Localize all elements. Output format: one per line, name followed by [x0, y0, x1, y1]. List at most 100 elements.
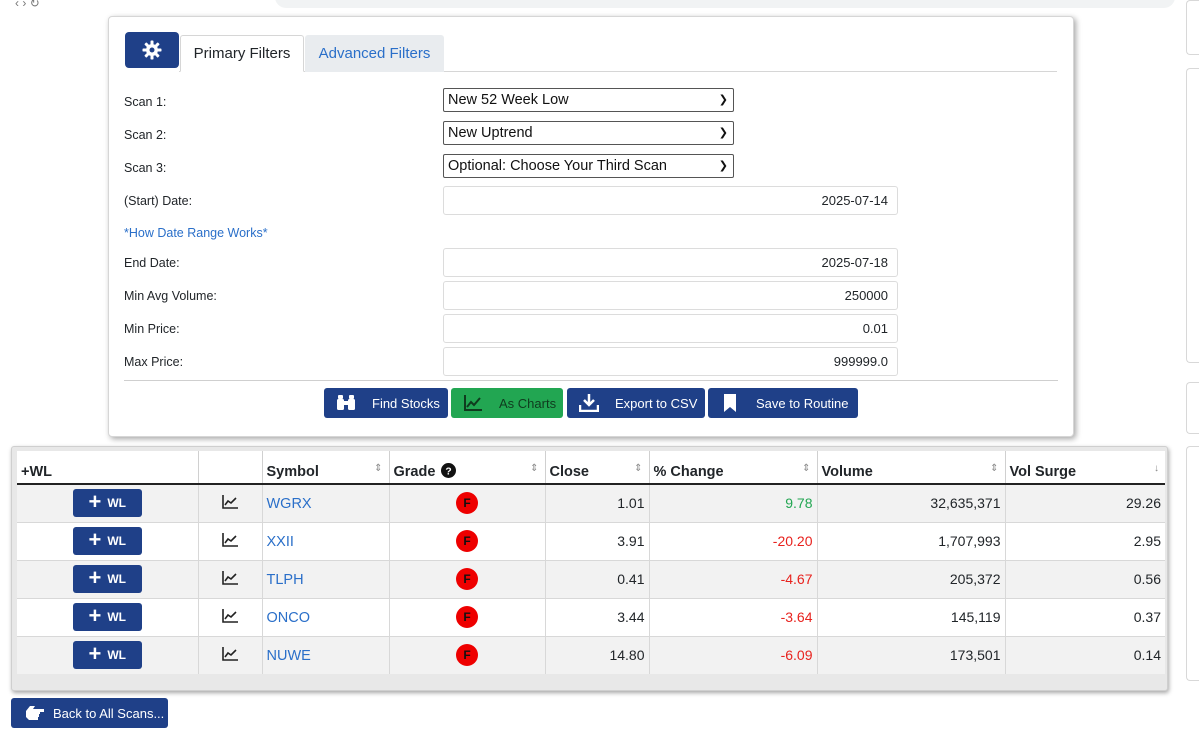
sort-desc-icon: ↓: [1154, 463, 1159, 474]
chevron-down-icon: ❯: [718, 94, 728, 106]
table-row: + WL XXII F 3.91 -20.20 1,707,993 2.95: [17, 521, 1165, 560]
scan2-select[interactable]: New Uptrend ❯: [443, 121, 734, 145]
tab-primary-filters[interactable]: Primary Filters: [180, 35, 304, 72]
results-panel: + WL Symbol ⇕ Grade ? ⇕ Close ⇕ % Change ⇕ V…: [11, 446, 1168, 691]
header-symbol[interactable]: Symbol ⇕: [261, 451, 389, 485]
scan1-label: Scan 1:: [124, 95, 167, 109]
side-tab[interactable]: [1186, 0, 1199, 55]
volume-cell: 32,635,371: [816, 483, 1005, 522]
form-divider: [124, 380, 1058, 381]
right-side-panel-edge: [1186, 0, 1199, 750]
symbol-link[interactable]: NUWE: [267, 648, 311, 664]
header-close-label: Close: [549, 464, 590, 480]
header-change-label: % Change: [653, 464, 724, 480]
symbol-link[interactable]: XXII: [267, 534, 294, 550]
scan3-label: Scan 3:: [124, 161, 167, 175]
line-chart-icon: [464, 395, 482, 411]
change-cell: -3.64: [648, 597, 817, 636]
side-tab[interactable]: [1186, 446, 1199, 681]
header-grade-label: Grade: [393, 464, 436, 480]
header-volume-label: Volume: [821, 464, 873, 480]
start-date-input[interactable]: 2025-07-14: [443, 186, 898, 215]
change-cell: 9.78: [648, 483, 817, 522]
settings-button[interactable]: [125, 32, 179, 68]
as-charts-button[interactable]: As Charts: [451, 388, 563, 418]
start-date-label: (Start) Date:: [124, 194, 193, 208]
export-csv-button[interactable]: Export to CSV: [567, 388, 705, 418]
end-date-input[interactable]: 2025-07-18: [443, 248, 898, 277]
min-avg-volume-input[interactable]: 250000: [443, 281, 898, 310]
find-stocks-button[interactable]: Find Stocks: [324, 388, 448, 418]
symbol-link[interactable]: WGRX: [267, 496, 312, 512]
header-watchlist-label: +WL: [21, 464, 53, 480]
back-to-all-scans-label: Back to All Scans...: [53, 705, 165, 721]
close-cell: 3.91: [544, 521, 649, 560]
watchlist-button-label: WL: [107, 648, 126, 663]
watchlist-cell: + WL: [17, 559, 198, 598]
question-circle-icon[interactable]: ?: [441, 463, 457, 478]
address-bar[interactable]: [275, 0, 1175, 8]
sort-icon: ⇕: [530, 463, 539, 474]
header-change[interactable]: % Change ⇕: [648, 451, 817, 485]
add-to-watchlist-button[interactable]: + WL: [72, 603, 142, 631]
scan1-select[interactable]: New 52 Week Low ❯: [443, 88, 734, 112]
change-cell: -6.09: [648, 635, 817, 674]
vol-surge-cell: 0.37: [1004, 597, 1165, 636]
scan3-select[interactable]: Optional: Choose Your Third Scan ❯: [443, 154, 734, 178]
line-chart-icon[interactable]: [222, 494, 238, 509]
browser-nav-icons[interactable]: ‹ › ↻: [15, 0, 40, 10]
change-cell: -4.67: [648, 559, 817, 598]
table-row: + WL TLPH F 0.41 -4.67 205,372 0.56: [17, 559, 1165, 598]
chevron-down-icon: ❯: [718, 160, 728, 172]
find-stocks-label: Find Stocks: [372, 395, 440, 411]
as-charts-label: As Charts: [499, 395, 557, 411]
header-volume[interactable]: Volume ⇕: [816, 451, 1005, 485]
watchlist-cell: + WL: [17, 521, 198, 560]
line-chart-icon[interactable]: [222, 608, 238, 623]
scan1-value: New 52 Week Low: [448, 92, 569, 108]
header-close[interactable]: Close ⇕: [544, 451, 649, 485]
chart-cell: [197, 521, 262, 560]
watchlist-cell: + WL: [17, 635, 198, 674]
vol-surge-cell: 29.26: [1004, 483, 1165, 522]
add-to-watchlist-button[interactable]: + WL: [72, 565, 142, 593]
grade-cell: F: [388, 597, 545, 636]
line-chart-icon[interactable]: [222, 570, 238, 585]
header-chart: [197, 451, 262, 485]
symbol-cell: ONCO: [261, 597, 389, 636]
side-tab[interactable]: [1186, 382, 1199, 434]
save-to-routine-button[interactable]: Save to Routine: [708, 388, 858, 418]
max-price-input[interactable]: 999999.0: [443, 347, 898, 376]
grade-cell: F: [388, 521, 545, 560]
header-grade[interactable]: Grade ? ⇕: [388, 451, 545, 485]
plus-icon: +: [88, 603, 102, 628]
min-price-input[interactable]: 0.01: [443, 314, 898, 343]
grade-badge: F: [456, 644, 478, 667]
symbol-link[interactable]: ONCO: [267, 610, 311, 626]
add-to-watchlist-button[interactable]: + WL: [72, 489, 142, 518]
how-date-range-works-link[interactable]: *How Date Range Works*: [124, 226, 268, 240]
sort-icon: ⇕: [990, 463, 999, 474]
tab-advanced-filters[interactable]: Advanced Filters: [305, 35, 444, 72]
svg-text:?: ?: [446, 466, 452, 477]
header-vol-surge-label: Vol Surge: [1009, 464, 1077, 480]
grade-cell: F: [388, 559, 545, 598]
symbol-cell: WGRX: [261, 483, 389, 522]
add-to-watchlist-button[interactable]: + WL: [72, 527, 142, 555]
line-chart-icon[interactable]: [222, 532, 238, 547]
header-vol-surge[interactable]: Vol Surge ↓: [1004, 451, 1165, 485]
volume-cell: 205,372: [816, 559, 1005, 598]
line-chart-icon[interactable]: [222, 646, 238, 661]
header-watchlist[interactable]: +WL: [17, 451, 198, 485]
scan2-value: New Uptrend: [448, 125, 533, 141]
symbol-link[interactable]: TLPH: [267, 572, 304, 588]
plus-icon: +: [88, 641, 102, 667]
side-tab[interactable]: [1186, 68, 1199, 363]
close-cell: 0.41: [544, 559, 649, 598]
add-to-watchlist-button[interactable]: + WL: [72, 641, 142, 670]
min-avg-volume-label: Min Avg Volume:: [124, 289, 217, 303]
back-to-all-scans-button[interactable]: Back to All Scans...: [11, 698, 168, 728]
browser-toolbar: ‹ › ↻: [0, 0, 1199, 10]
symbol-cell: TLPH: [261, 559, 389, 598]
watchlist-button-label: WL: [107, 610, 126, 624]
